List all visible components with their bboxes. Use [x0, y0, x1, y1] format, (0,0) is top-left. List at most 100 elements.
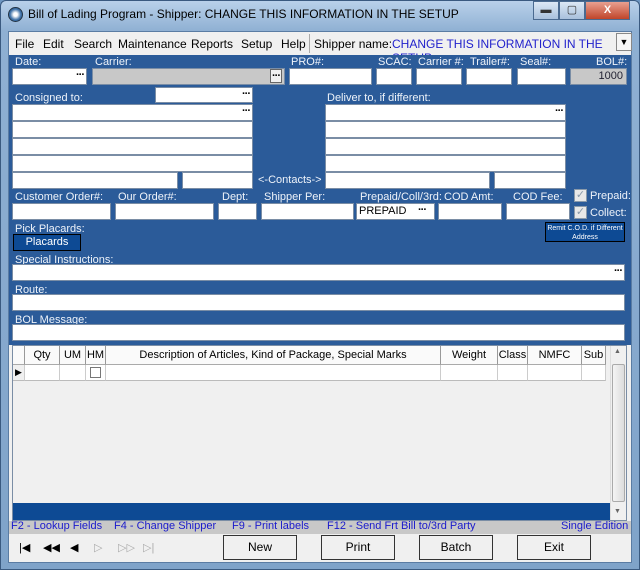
cod-fee-field[interactable] — [506, 203, 570, 220]
deliver-city-field[interactable] — [325, 155, 566, 172]
route-field[interactable] — [12, 294, 625, 311]
deliver-name-field[interactable]: ··· — [325, 104, 566, 121]
scac-field[interactable] — [376, 68, 412, 85]
scac-label: SCAC: — [378, 56, 412, 68]
new-button[interactable]: New — [223, 535, 297, 560]
special-instructions-field[interactable]: ··· — [12, 264, 625, 281]
cell-nmfc[interactable] — [528, 365, 582, 381]
dept-label: Dept: — [222, 191, 249, 203]
pro-field[interactable] — [289, 68, 372, 85]
contacts-label[interactable]: <-Contacts-> — [258, 174, 322, 186]
menu-divider — [309, 34, 310, 53]
first-record-icon[interactable]: |◀ — [19, 541, 30, 554]
batch-button[interactable]: Batch — [419, 535, 493, 560]
column-sub[interactable]: Sub — [582, 346, 606, 365]
column-weight[interactable]: Weight — [441, 346, 498, 365]
column-hm[interactable]: HM — [86, 346, 106, 365]
shipper-per-field[interactable] — [261, 203, 354, 220]
hint-f9: F9 - Print labels — [232, 520, 310, 532]
consigned-phone-field[interactable] — [182, 172, 253, 189]
next-page-icon[interactable]: ▷▷ — [118, 541, 135, 554]
scrollbar-thumb[interactable] — [612, 364, 625, 502]
hm-checkbox[interactable] — [90, 367, 101, 378]
close-button[interactable]: X — [585, 1, 630, 20]
seal-field[interactable] — [517, 68, 566, 85]
cell-class[interactable] — [498, 365, 528, 381]
prepaid-checkbox[interactable]: ✓ — [574, 189, 587, 202]
menu-file[interactable]: File — [15, 37, 34, 51]
scroll-up-icon[interactable]: ▲ — [614, 348, 621, 355]
cell-description[interactable] — [106, 365, 441, 381]
menu-search[interactable]: Search — [74, 37, 112, 51]
date-field[interactable]: ··· — [12, 68, 87, 85]
column-um[interactable]: UM — [60, 346, 86, 365]
consigned-address1-field[interactable] — [12, 121, 253, 138]
remit-cod-button[interactable]: Remit C.O.D. if Different Address — [545, 222, 625, 242]
deliver-contact-field[interactable] — [325, 172, 490, 189]
deliver-address1-field[interactable] — [325, 121, 566, 138]
cell-um[interactable] — [60, 365, 86, 381]
status-bar — [9, 521, 631, 534]
our-order-field[interactable] — [115, 203, 214, 220]
our-order-label: Our Order#: — [118, 191, 177, 203]
placards-button[interactable]: Placards — [13, 234, 81, 251]
prev-page-icon[interactable]: ◀◀ — [43, 541, 60, 554]
prepaid-coll-field[interactable]: PREPAID ··· — [356, 203, 435, 220]
customer-order-label: Customer Order#: — [15, 191, 104, 203]
date-lookup-icon: ··· — [76, 69, 85, 81]
shipper-dropdown-button[interactable]: ▼ — [616, 33, 632, 51]
deliver-label: Deliver to, if different: — [327, 92, 431, 104]
last-record-icon[interactable]: ▷| — [143, 541, 154, 554]
column-nmfc[interactable]: NMFC — [528, 346, 582, 365]
row-header-corner — [13, 346, 25, 365]
deliver-address2-field[interactable] — [325, 138, 566, 155]
carrier-number-field[interactable] — [416, 68, 462, 85]
menu-setup[interactable]: Setup — [241, 37, 272, 51]
cod-amt-field[interactable] — [438, 203, 502, 220]
menu-help[interactable]: Help — [281, 37, 306, 51]
column-class[interactable]: Class — [498, 346, 528, 365]
prepaid-lookup-icon: ··· — [418, 204, 427, 216]
collect-checkbox-label: Collect: — [590, 207, 627, 219]
consigned-lookup-field[interactable]: ··· — [155, 87, 253, 103]
print-button[interactable]: Print — [321, 535, 395, 560]
bol-number-field: 1000 — [570, 68, 627, 85]
edition-label: Single Edition — [561, 520, 629, 532]
scroll-down-icon[interactable]: ▼ — [614, 508, 621, 515]
cell-sub[interactable] — [582, 365, 606, 381]
carrier-lookup-button[interactable]: ··· — [270, 69, 282, 83]
consigned-address2-field[interactable] — [12, 138, 253, 155]
consigned-name-field[interactable]: ··· — [12, 104, 253, 121]
menu-reports[interactable]: Reports — [191, 37, 233, 51]
current-row-indicator: ▶ — [13, 365, 25, 381]
grid-footer-band — [13, 503, 610, 520]
cell-hm[interactable] — [86, 365, 106, 381]
date-label: Date: — [15, 56, 42, 68]
deliver-phone-field[interactable] — [494, 172, 566, 189]
consigned-name-lookup-icon: ··· — [242, 105, 251, 117]
customer-order-field[interactable] — [12, 203, 111, 220]
menu-edit[interactable]: Edit — [43, 37, 64, 51]
cell-qty[interactable] — [25, 365, 60, 381]
trailer-label: Trailer#: — [470, 56, 510, 68]
consigned-city-field[interactable] — [12, 155, 253, 172]
exit-button[interactable]: Exit — [517, 535, 591, 560]
menu-maintenance[interactable]: Maintenance — [118, 37, 187, 51]
carrier-label: Carrier: — [95, 56, 132, 68]
consigned-contact-field[interactable] — [12, 172, 178, 189]
grid-scrollbar[interactable]: ▲ ▼ — [610, 346, 626, 520]
carrier-field[interactable]: ··· — [92, 68, 285, 85]
articles-grid[interactable]: Qty UM HM Description of Articles, Kind … — [12, 345, 627, 521]
bol-message-field[interactable] — [12, 324, 625, 341]
cod-fee-label: COD Fee: — [513, 191, 563, 203]
minimize-button[interactable]: ▬ — [533, 1, 559, 20]
prev-record-icon[interactable]: ◀ — [70, 541, 78, 554]
column-qty[interactable]: Qty — [25, 346, 60, 365]
collect-checkbox[interactable]: ✓ — [574, 206, 587, 219]
next-record-icon[interactable]: ▷ — [94, 541, 102, 554]
column-description[interactable]: Description of Articles, Kind of Package… — [106, 346, 441, 365]
trailer-field[interactable] — [466, 68, 512, 85]
dept-field[interactable] — [218, 203, 257, 220]
cell-weight[interactable] — [441, 365, 498, 381]
maximize-button[interactable]: ▢ — [559, 1, 585, 20]
